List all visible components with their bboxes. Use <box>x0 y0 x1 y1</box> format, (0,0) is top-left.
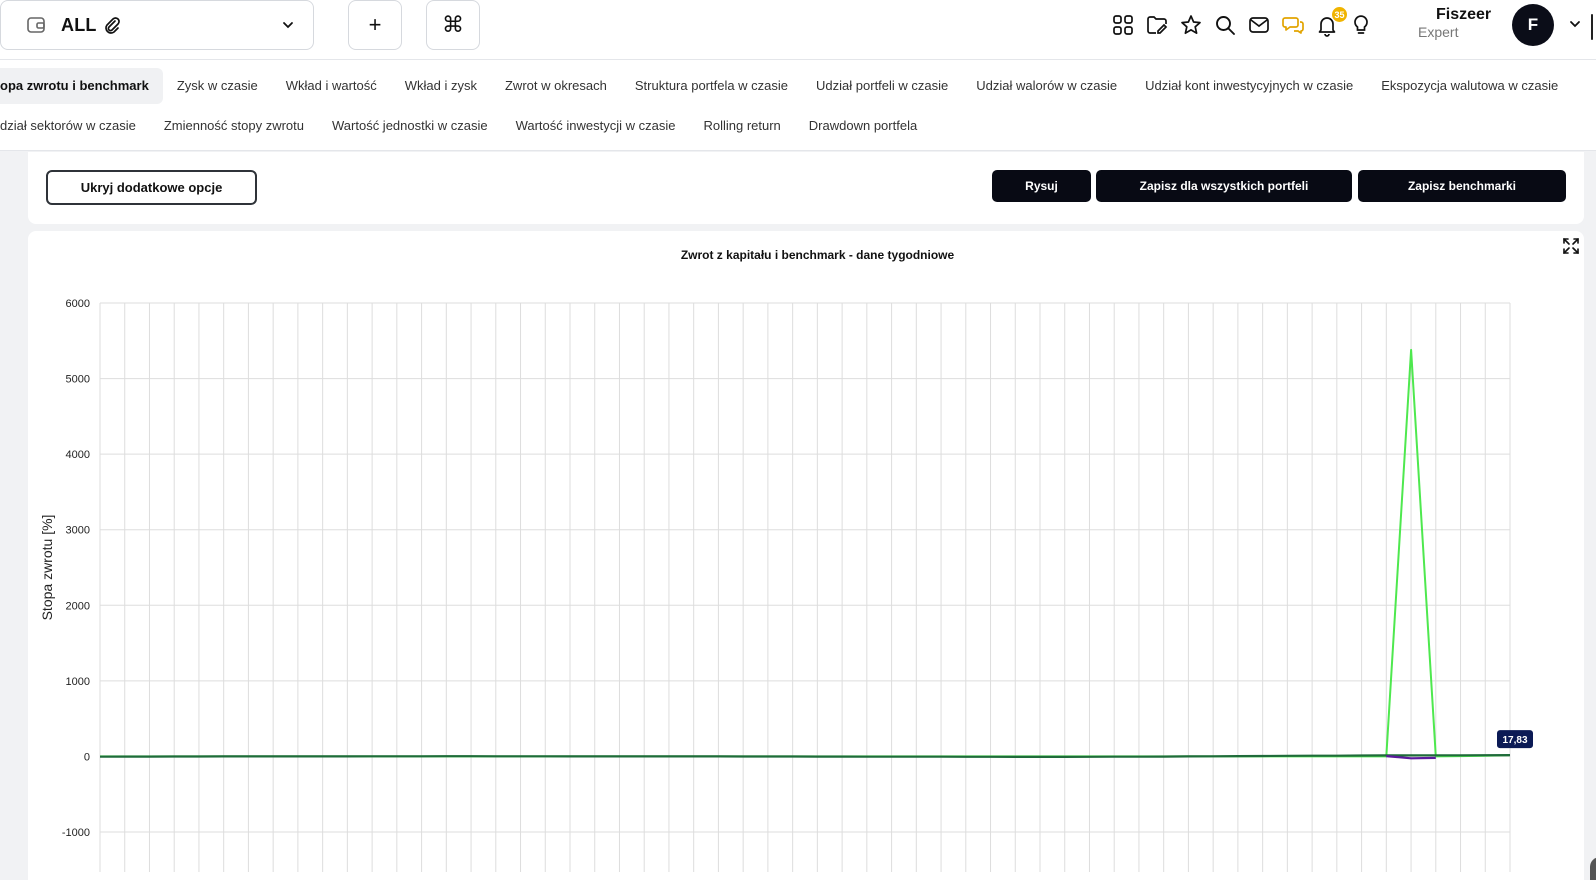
tab-row-1: opa zwrotu i benchmark Zysk w czasie Wkład… <box>0 68 1572 104</box>
tab-row2-3[interactable]: Wartość inwestycji w czasie <box>502 108 690 144</box>
options-panel: Ukryj dodatkowe opcje Rysuj Zapisz dla w… <box>28 152 1584 224</box>
tab-row2-2[interactable]: Wartość jednostki w czasie <box>318 108 502 144</box>
y-tick-label: 4000 <box>66 449 90 461</box>
mail-icon[interactable] <box>1246 10 1272 40</box>
y-tick-label: 3000 <box>66 525 90 537</box>
tab-row1-2[interactable]: Wkład i wartość <box>272 68 391 104</box>
tab-row1-5[interactable]: Struktura portfela w czasie <box>621 68 802 104</box>
tab-row2-5[interactable]: Drawdown portfela <box>795 108 931 144</box>
avatar[interactable]: F <box>1512 4 1554 46</box>
return-chart[interactable]: -1000 0 1000 2000 3000 4000 5000 6000 Stopa zwro… <box>28 231 1584 880</box>
folder-edit-icon[interactable] <box>1144 10 1170 40</box>
y-tick-label: 0 <box>84 751 90 763</box>
tab-row1-7[interactable]: Udział walorów w czasie <box>962 68 1131 104</box>
add-button[interactable]: + <box>348 0 402 50</box>
scrollbar-edge <box>1591 14 1593 40</box>
tab-row1-8[interactable]: Udział kont inwestycyjnych w czasie <box>1131 68 1367 104</box>
tab-row1-6[interactable]: Udział portfeli w czasie <box>802 68 962 104</box>
series-line-0 <box>100 348 1511 758</box>
notification-badge: 35 <box>1332 7 1347 22</box>
tab-row1-0[interactable]: opa zwrotu i benchmark <box>0 68 163 104</box>
scroll-handle[interactable] <box>1590 857 1596 880</box>
header-icons: 35 <box>1110 7 1374 40</box>
y-tick-label: 1000 <box>66 676 90 688</box>
top-bar: ALL + ⌘ 35 Fiszeer Expert F <box>0 0 1596 60</box>
chat-icon[interactable] <box>1280 10 1306 40</box>
tab-row1-4[interactable]: Zwrot w okresach <box>491 68 621 104</box>
search-icon[interactable] <box>1212 10 1238 40</box>
chevron-down-icon[interactable] <box>1568 17 1582 36</box>
last-value-label: 17,83 <box>1502 735 1527 746</box>
y-tick-label: 6000 <box>66 298 90 310</box>
chart-card: Zwrot z kapitału i benchmark - dane tygo… <box>28 231 1584 880</box>
user-role: Expert <box>1418 24 1459 40</box>
tab-row-2: dział sektorów w czasie Zmienność stopy z… <box>0 108 931 144</box>
tab-row1-9[interactable]: Ekspozycja walutowa w czasie <box>1367 68 1572 104</box>
tab-row1-1[interactable]: Zysk w czasie <box>163 68 272 104</box>
wallet-icon <box>25 14 47 36</box>
y-axis-label: Stopa zwrotu [%] <box>39 515 55 621</box>
chevron-down-icon <box>281 18 295 37</box>
hide-options-button[interactable]: Ukryj dodatkowe opcje <box>46 170 257 205</box>
lightbulb-icon[interactable] <box>1348 10 1374 40</box>
tab-row2-0[interactable]: dział sektorów w czasie <box>0 108 150 144</box>
save-all-portfolios-button[interactable]: Zapisz dla wszystkich portfeli <box>1096 170 1352 202</box>
grid-icon[interactable] <box>1110 10 1136 40</box>
save-benchmarks-button[interactable]: Zapisz benchmarki <box>1358 170 1566 202</box>
star-icon[interactable] <box>1178 10 1204 40</box>
tab-row1-3[interactable]: Wkład i zysk <box>391 68 491 104</box>
portfolio-name: ALL <box>61 14 97 35</box>
paperclip-icon <box>103 16 121 34</box>
draw-button[interactable]: Rysuj <box>992 170 1091 202</box>
series-line-1 <box>99 754 1511 758</box>
user-name: Fiszeer <box>1436 6 1492 23</box>
y-tick-label: 2000 <box>66 600 90 612</box>
y-tick-label: 5000 <box>66 374 90 386</box>
y-tick-label: -1000 <box>62 827 90 839</box>
tab-row2-1[interactable]: Zmienność stopy zwrotu <box>150 108 318 144</box>
tab-row2-4[interactable]: Rolling return <box>689 108 794 144</box>
portfolio-selector[interactable]: ALL <box>0 0 314 50</box>
bell-icon[interactable]: 35 <box>1314 7 1347 40</box>
chart-tabs: opa zwrotu i benchmark Zysk w czasie Wkład… <box>0 60 1596 151</box>
command-button[interactable]: ⌘ <box>426 0 480 50</box>
